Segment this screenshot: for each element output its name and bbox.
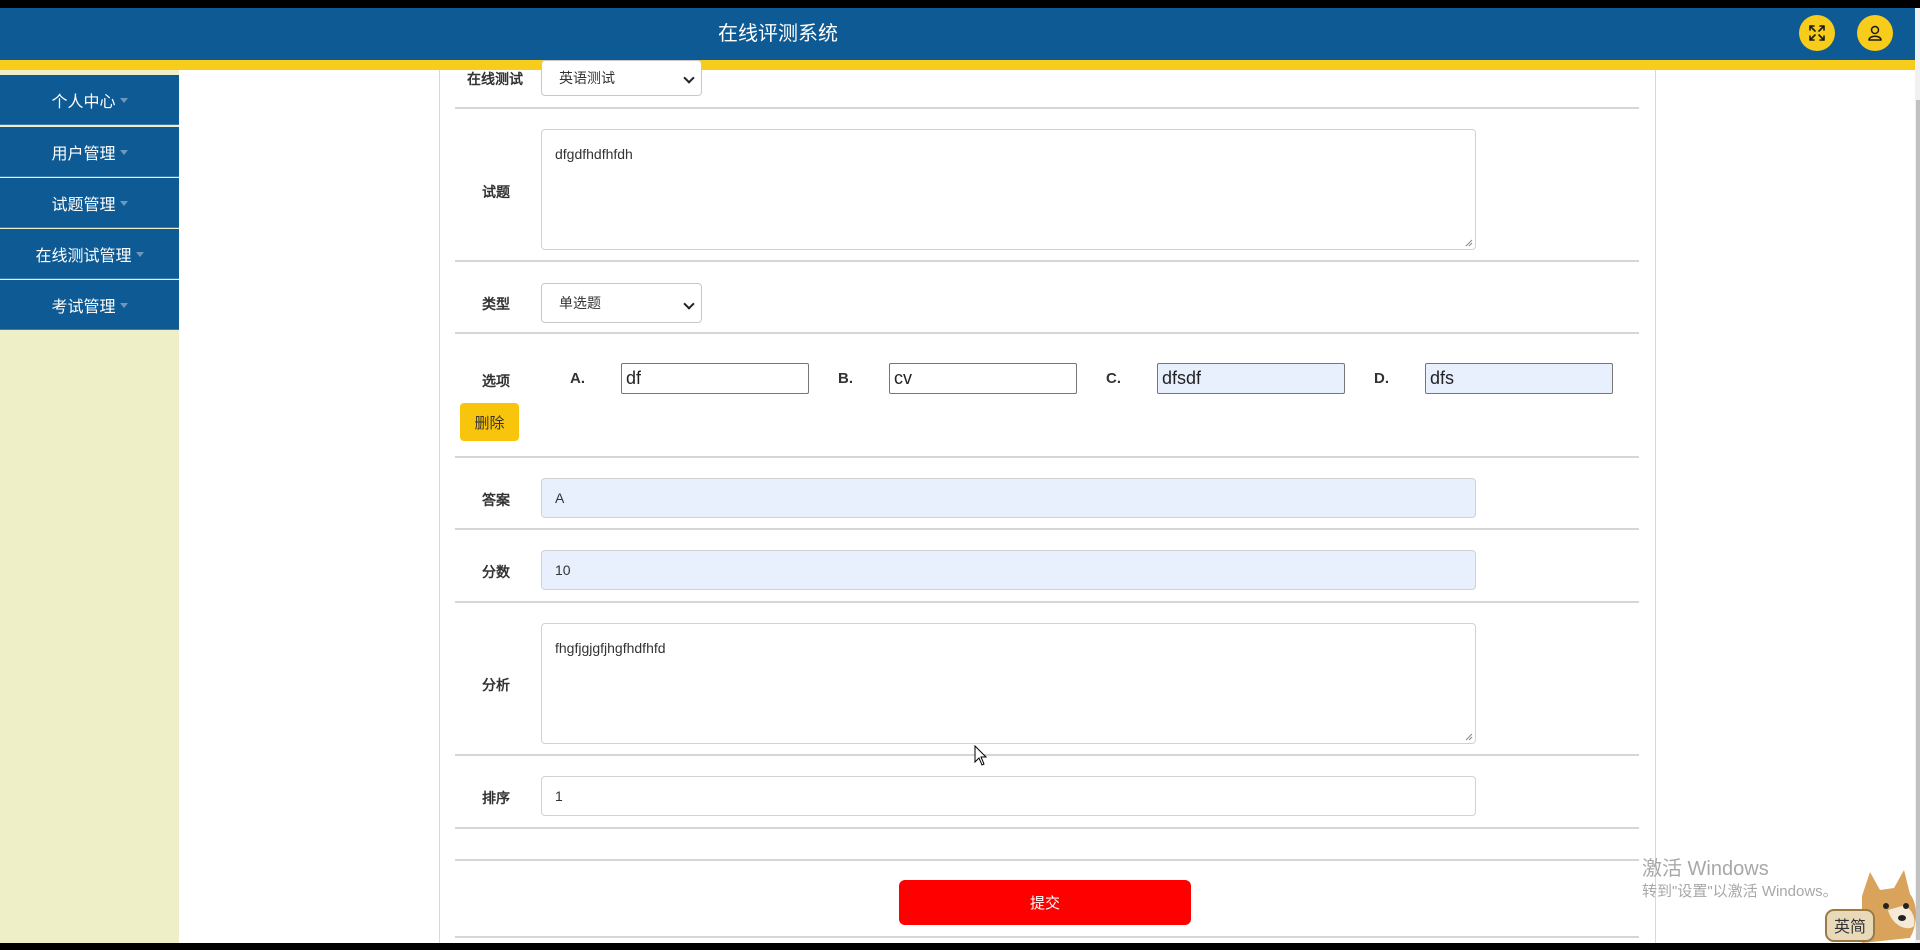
chevron-down-icon [119,98,128,103]
sidebar-item-online-test-management[interactable]: 在线测试管理 [0,229,179,279]
row-divider [455,936,1639,938]
answer-label: 答案 [482,492,510,508]
question-text: dfgdfhdfhfdh [555,146,633,162]
online-test-select[interactable]: 英语测试 [541,60,702,96]
chevron-down-icon [683,72,695,84]
row-divider [455,528,1639,530]
row-divider [455,601,1639,603]
fullscreen-icon [1809,25,1825,41]
sidebar-item-question-management[interactable]: 试题管理 [0,178,179,228]
option-c-letter: C. [1106,370,1121,387]
option-b-letter: B. [838,370,853,387]
option-b-value: cv [894,368,912,388]
online-test-label: 在线测试 [467,71,523,87]
chevron-down-icon [119,303,128,308]
chevron-down-icon [135,252,144,257]
option-a-letter: A. [570,370,585,387]
question-label: 试题 [482,184,510,200]
option-a-value: df [626,368,642,388]
row-divider [455,827,1639,829]
sidebar-item-label: 在线测试管理 [35,247,132,265]
form-card-border [1655,70,1656,943]
sidebar-item-label: 试题管理 [51,196,116,214]
windows-activation-watermark-subtitle: 转到"设置"以激活 Windows。 [1642,883,1838,900]
windows-activation-watermark-title: 激活 Windows [1642,858,1769,880]
delete-option-button[interactable]: 删除 [460,403,519,441]
resize-grip-icon [1465,239,1473,247]
user-icon [1868,25,1882,41]
sidebar-item-user-management[interactable]: 用户管理 [0,127,179,177]
score-label: 分数 [482,564,510,580]
resize-grip-icon [1465,733,1473,741]
answer-input[interactable]: A [541,478,1476,518]
online-test-select-value: 英语测试 [559,70,615,86]
row-divider [455,260,1639,262]
fullscreen-button[interactable] [1799,15,1835,51]
row-divider [455,859,1639,861]
order-label: 排序 [482,790,510,806]
options-label: 选项 [482,373,510,389]
mouse-cursor-icon [974,745,988,766]
type-select-value: 单选题 [559,295,601,311]
analysis-label: 分析 [482,677,510,693]
order-value: 1 [555,788,563,804]
sidebar-item-label: 个人中心 [51,93,116,111]
option-b-input[interactable]: cv [889,363,1077,394]
type-label: 类型 [482,296,510,312]
row-divider [455,107,1639,109]
scrollbar-thumb[interactable] [1916,100,1920,940]
header-accent-stripe [0,60,1915,70]
sidebar-item-personal-center[interactable]: 个人中心 [0,75,179,125]
mascot-ime-label: 英简 [1834,917,1866,936]
submit-button[interactable]: 提交 [899,880,1191,925]
app-window: 在线评测系统 个人中心 用户管理 试题管理 在线测试管理 考试管理 在线测试 英… [0,0,1920,950]
chevron-down-icon [683,298,695,310]
score-input[interactable]: 10 [541,550,1476,590]
option-d-letter: D. [1374,370,1389,387]
sidebar-item-label: 用户管理 [51,145,116,163]
row-divider [455,332,1639,334]
order-input[interactable]: 1 [541,776,1476,816]
option-a-input[interactable]: df [621,363,809,394]
form-card-border [439,70,440,943]
shiba-mascot-icon: 英简 [1825,870,1916,943]
score-value: 10 [555,562,571,578]
question-textarea[interactable]: dfgdfhdfhfdh [541,129,1476,250]
chevron-down-icon [119,201,128,206]
analysis-text: fhgfjgjgfjhgfhdfhfd [555,640,666,656]
option-d-value: dfs [1430,368,1455,388]
user-profile-button[interactable] [1857,15,1893,51]
sidebar-item-exam-management[interactable]: 考试管理 [0,280,179,330]
screen-border-bottom [0,943,1920,950]
type-select[interactable]: 单选题 [541,283,702,323]
row-divider [455,754,1639,756]
option-d-input[interactable]: dfs [1425,363,1613,394]
analysis-textarea[interactable]: fhgfjgjgfjhgfhdfhfd [541,623,1476,744]
sidebar-item-label: 考试管理 [51,298,116,316]
page-title: 在线评测系统 [718,23,838,45]
screen-border-top [0,0,1920,8]
chevron-down-icon [119,150,128,155]
option-c-value: dfsdf [1162,368,1202,388]
option-c-input[interactable]: dfsdf [1157,363,1345,394]
answer-value: A [555,490,565,506]
row-divider [455,456,1639,458]
